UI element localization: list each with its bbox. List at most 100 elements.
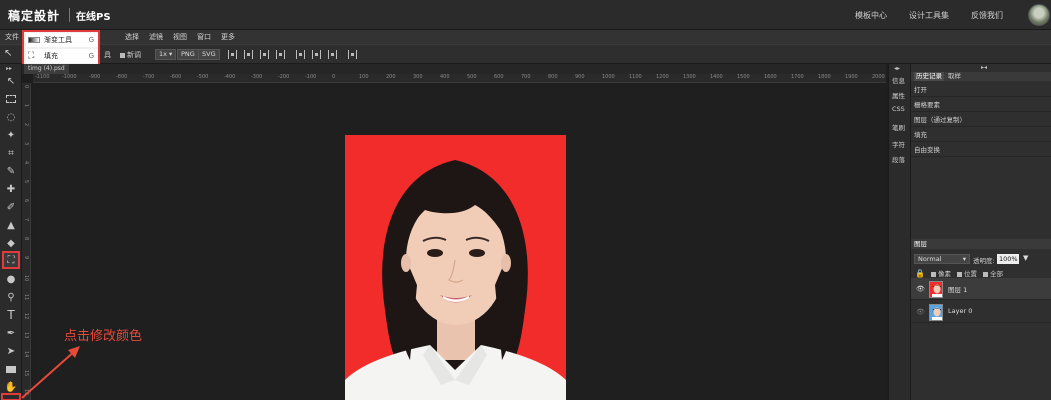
ruler-tick-label: -400 [224,74,236,80]
ruler-tick-label: 0 [332,74,336,80]
layer-thumbnail [929,304,943,321]
lock-position[interactable]: 位置 [956,268,977,278]
ruler-tick-label: 1300 [683,74,696,80]
annotation-arrow [1,346,80,400]
menu-select[interactable]: 选择 [120,32,144,42]
distribute-h-icon[interactable] [328,50,337,59]
ruler-tick-label: 1500 [737,74,750,80]
history-item[interactable]: 图层（通过复制） [911,113,1051,127]
ruler-tick-label: -500 [197,74,209,80]
app-header: 稿定設計 在线PS 模板中心 设计工具集 反馈我们 [0,0,1051,30]
history-item[interactable]: 打开 [911,83,1051,97]
layer-thumbnail-art [932,284,942,297]
tab-css[interactable]: CSS [892,105,905,113]
tab-paragraph[interactable]: 段落 [892,154,905,164]
checkbox-icon [930,271,936,277]
tab-properties[interactable]: 属性 [892,90,905,100]
ruler-tick-label: 400 [440,74,450,80]
layers-title[interactable]: 图层 [911,239,1051,249]
chevron-down-icon[interactable]: ▼ [1023,254,1028,262]
zoom-select[interactable]: 1x ▾ [155,49,177,60]
eye-icon[interactable]: 👁 [916,308,925,316]
portrait-photo[interactable] [345,135,566,400]
export-svg-button[interactable]: SVG [198,49,220,60]
distribute-v-icon[interactable] [348,50,357,59]
ruler-tick-label: 1400 [710,74,723,80]
align-bottom-icon[interactable] [312,50,321,59]
export-png-button[interactable]: PNG [177,49,199,60]
tab-history[interactable]: 历史记录 [914,72,944,81]
align-top-icon[interactable] [276,50,285,59]
layer-name: 图层 1 [948,286,968,294]
eye-icon[interactable]: 👁 [916,285,925,293]
document-tabs: timg (4).psd [22,64,886,74]
link-template-center[interactable]: 模板中心 [855,10,887,21]
ruler-tick-label: -200 [278,74,290,80]
tab-info[interactable]: 信息 [892,75,905,85]
opacity-label: 透明度: [973,257,995,265]
ruler-tick-label: 1100 [629,74,642,80]
ruler-tick-label: 100 [359,74,369,80]
ruler-tick-label: 200 [386,74,396,80]
link-design-tools[interactable]: 设计工具集 [909,10,949,21]
ruler-tick-label: -600 [170,74,182,80]
lock-position-label: 位置 [963,270,977,278]
align-right-icon[interactable] [260,50,269,59]
zoom-value: 1x [159,50,167,58]
ruler-tick-label: -100 [305,74,317,80]
ruler-tick-label: 500 [467,74,477,80]
ruler-tick-label: -700 [143,74,155,80]
layer-row[interactable]: 👁 图层 1 [911,278,1051,300]
blend-mode-value: Normal [918,255,942,263]
tab-character[interactable]: 字符 [892,139,905,149]
pixels-checkbox[interactable]: 新调 [120,50,141,60]
avatar[interactable] [1028,4,1050,26]
tab-brush[interactable]: 笔刷 [892,122,905,132]
layer-thumbnail-art [932,307,942,320]
ruler-tick-label: 1200 [656,74,669,80]
header-links: 模板中心 设计工具集 反馈我们 [855,10,1003,21]
history-tabs: 历史记录 取样 [911,72,1051,81]
ruler-tick-label: 2000 [872,74,885,80]
pixels-label: 新调 [127,51,141,59]
align-middle-icon[interactable] [296,50,305,59]
portrait-illustration [345,160,566,400]
tab-swatches[interactable]: 取样 [948,72,961,81]
ruler-tick-label: 900 [575,74,585,80]
ruler-tick-label: 1600 [764,74,777,80]
ruler-tick-label: 1800 [818,74,831,80]
collapse-icon[interactable]: ▸◂ [981,64,987,71]
ruler-tick-label: 700 [521,74,531,80]
horizontal-ruler: -1100 -1000 -900 -800 -700 -600 -500 -400 -300 -2… [33,74,886,83]
options-bar: ↖ 具 新调 1x ▾ PNG SVG [0,44,1051,64]
align-left-icon[interactable] [228,50,237,59]
layer-row[interactable]: 👁 Layer 0 [911,301,1051,323]
history-item[interactable]: 填充 [911,128,1051,142]
lock-icon: 🔒 [915,268,925,278]
history-item[interactable]: 自由变换 [911,143,1051,157]
ruler-tick-label: 300 [413,74,423,80]
lock-all-label: 全部 [989,270,1003,278]
layer-name: Layer 0 [948,307,973,315]
menu-view[interactable]: 视图 [168,32,192,42]
history-layers-panel: ▸◂ 历史记录 取样 打开 栅格要素 图层（通过复制） 填充 自由变换 图层 N… [910,64,1051,400]
link-feedback[interactable]: 反馈我们 [971,10,1003,21]
checkbox-icon [120,52,125,58]
collapse-icon[interactable]: ◂▸ [894,65,900,72]
ruler-tick-label: 800 [548,74,558,80]
menu-window[interactable]: 窗口 [192,32,216,42]
menu-more[interactable]: 更多 [216,32,240,42]
opacity-input[interactable]: 100% [997,254,1019,264]
layer-thumbnail [929,281,943,298]
blend-mode-select[interactable]: Normal ▾ [914,254,970,264]
lock-all[interactable]: 全部 [982,268,1003,278]
history-item[interactable]: 栅格要素 [911,98,1051,112]
lock-pixels-label: 像素 [937,270,951,278]
chevron-down-icon: ▾ [962,255,966,263]
checkbox-icon [956,271,962,277]
menu-filter[interactable]: 滤镜 [144,32,168,42]
align-center-icon[interactable] [244,50,253,59]
lock-options: 🔒 像素 位置 全部 [915,268,1003,279]
ruler-tick-label: -300 [251,74,263,80]
lock-pixels[interactable]: 像素 [930,268,951,278]
